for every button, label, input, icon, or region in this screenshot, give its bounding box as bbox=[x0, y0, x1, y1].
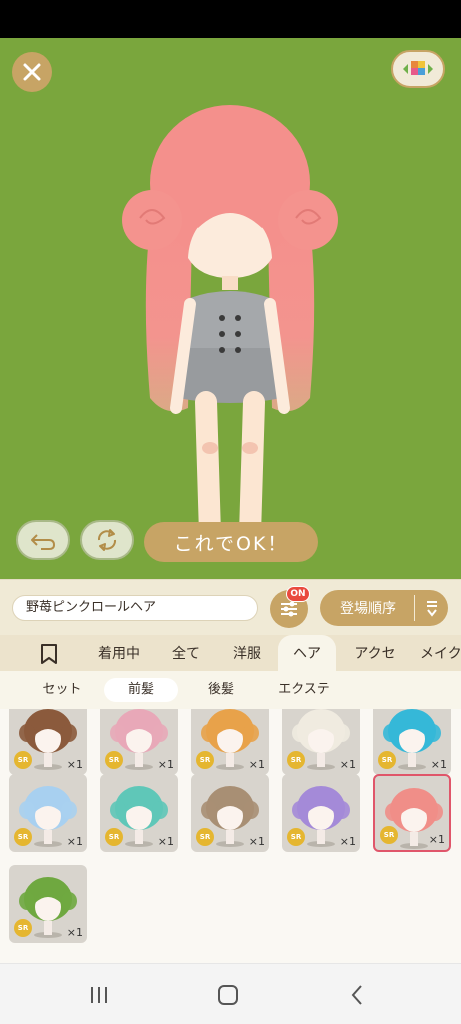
hair-item-card[interactable]: SR ×1 bbox=[282, 774, 360, 852]
hair-item-card[interactable]: SR ×1 bbox=[9, 709, 87, 775]
hair-item-card[interactable]: SR ×1 bbox=[9, 774, 87, 852]
sort-label: 登場順序 bbox=[340, 601, 396, 617]
item-quantity: ×1 bbox=[157, 758, 174, 771]
item-quantity: ×1 bbox=[248, 835, 265, 848]
item-quantity: ×1 bbox=[430, 758, 447, 771]
filter-on-badge: ON bbox=[286, 586, 310, 602]
rarity-badge: SR bbox=[14, 828, 32, 846]
home-icon bbox=[218, 985, 238, 1005]
system-nav-bar bbox=[0, 963, 461, 1024]
bookmark-icon bbox=[41, 644, 57, 664]
tab-all[interactable]: 全て bbox=[160, 635, 212, 671]
close-icon bbox=[23, 63, 41, 81]
subtab-set[interactable]: セット bbox=[20, 678, 104, 702]
grid-palette-icon bbox=[403, 61, 433, 75]
tab-clothes[interactable]: 洋服 bbox=[222, 635, 272, 671]
recents-button[interactable] bbox=[84, 982, 114, 1008]
rarity-badge: SR bbox=[14, 919, 32, 937]
item-quantity: ×1 bbox=[66, 926, 83, 939]
rarity-badge: SR bbox=[105, 751, 123, 769]
view-toggle-button[interactable] bbox=[391, 50, 445, 88]
item-quantity: ×1 bbox=[339, 758, 356, 771]
home-button[interactable] bbox=[213, 982, 243, 1008]
subtab-back-hair[interactable]: 後髪 bbox=[184, 678, 258, 702]
confirm-button[interactable]: これでOK！ bbox=[144, 522, 318, 562]
undo-icon bbox=[31, 534, 56, 550]
tab-wearing[interactable]: 着用中 bbox=[88, 635, 150, 671]
hair-item-card[interactable]: SR ×1 bbox=[191, 709, 269, 775]
sliders-icon bbox=[281, 601, 297, 617]
hair-item-card[interactable]: SR ×1 bbox=[373, 709, 451, 775]
stage-controls: これでOK！ bbox=[0, 520, 461, 564]
rarity-badge: SR bbox=[380, 826, 398, 844]
subtab-bangs[interactable]: 前髪 bbox=[104, 678, 178, 702]
rarity-badge: SR bbox=[378, 751, 396, 769]
rarity-badge: SR bbox=[196, 828, 214, 846]
hair-item-card[interactable]: SR ×1 bbox=[100, 774, 178, 852]
subtab-extensions[interactable]: エクステ bbox=[262, 678, 346, 702]
tab-hair[interactable]: ヘア bbox=[278, 635, 336, 671]
item-quantity: ×1 bbox=[428, 833, 445, 846]
hair-item-card[interactable]: SR ×1 bbox=[100, 709, 178, 775]
item-quantity: ×1 bbox=[339, 835, 356, 848]
rarity-badge: SR bbox=[105, 828, 123, 846]
status-bar bbox=[0, 0, 461, 38]
hair-item-card[interactable]: SR ×1 bbox=[191, 774, 269, 852]
rotate-button[interactable] bbox=[80, 520, 134, 560]
tab-bookmark[interactable] bbox=[34, 641, 64, 667]
item-toolbar: 野苺ピンクロールヘア ON 登場順序 bbox=[0, 579, 461, 635]
sort-order-icon bbox=[426, 601, 437, 617]
rarity-badge: SR bbox=[14, 751, 32, 769]
hair-subtabs: セット 前髪 後髪 エクステ bbox=[0, 671, 461, 709]
avatar-figure bbox=[122, 105, 338, 545]
tab-makeup[interactable]: メイク bbox=[420, 635, 461, 671]
hair-item-card[interactable]: SR ×1 bbox=[373, 774, 451, 852]
item-quantity: ×1 bbox=[66, 835, 83, 848]
sort-order-button[interactable] bbox=[415, 599, 448, 617]
rarity-badge: SR bbox=[287, 751, 305, 769]
rarity-badge: SR bbox=[196, 751, 214, 769]
hair-item-card[interactable]: SR ×1 bbox=[9, 865, 87, 943]
item-quantity: ×1 bbox=[248, 758, 265, 771]
close-button[interactable] bbox=[12, 52, 52, 92]
back-icon bbox=[351, 985, 362, 1005]
avatar-stage: これでOK！ bbox=[0, 38, 461, 579]
undo-button[interactable] bbox=[16, 520, 70, 560]
item-quantity: ×1 bbox=[157, 835, 174, 848]
item-name-field[interactable]: 野苺ピンクロールヘア bbox=[12, 595, 258, 621]
hair-item-card[interactable]: SR ×1 bbox=[282, 709, 360, 775]
sort-button[interactable]: 登場順序 bbox=[320, 590, 448, 626]
rarity-badge: SR bbox=[287, 828, 305, 846]
category-tabs: 着用中 全て 洋服 ヘア アクセ メイク bbox=[0, 635, 461, 671]
rotate-icon bbox=[97, 529, 117, 551]
item-quantity: ×1 bbox=[66, 758, 83, 771]
recents-icon bbox=[91, 987, 107, 1003]
item-grid: SR ×1 SR ×1 SR ×1 SR ×1 SR ×1 SR ×1 SR ×1 SR ×1 SR ×1 SR ×1… bbox=[0, 709, 461, 963]
tab-accessories[interactable]: アクセ bbox=[344, 635, 406, 671]
back-button[interactable] bbox=[342, 982, 372, 1008]
